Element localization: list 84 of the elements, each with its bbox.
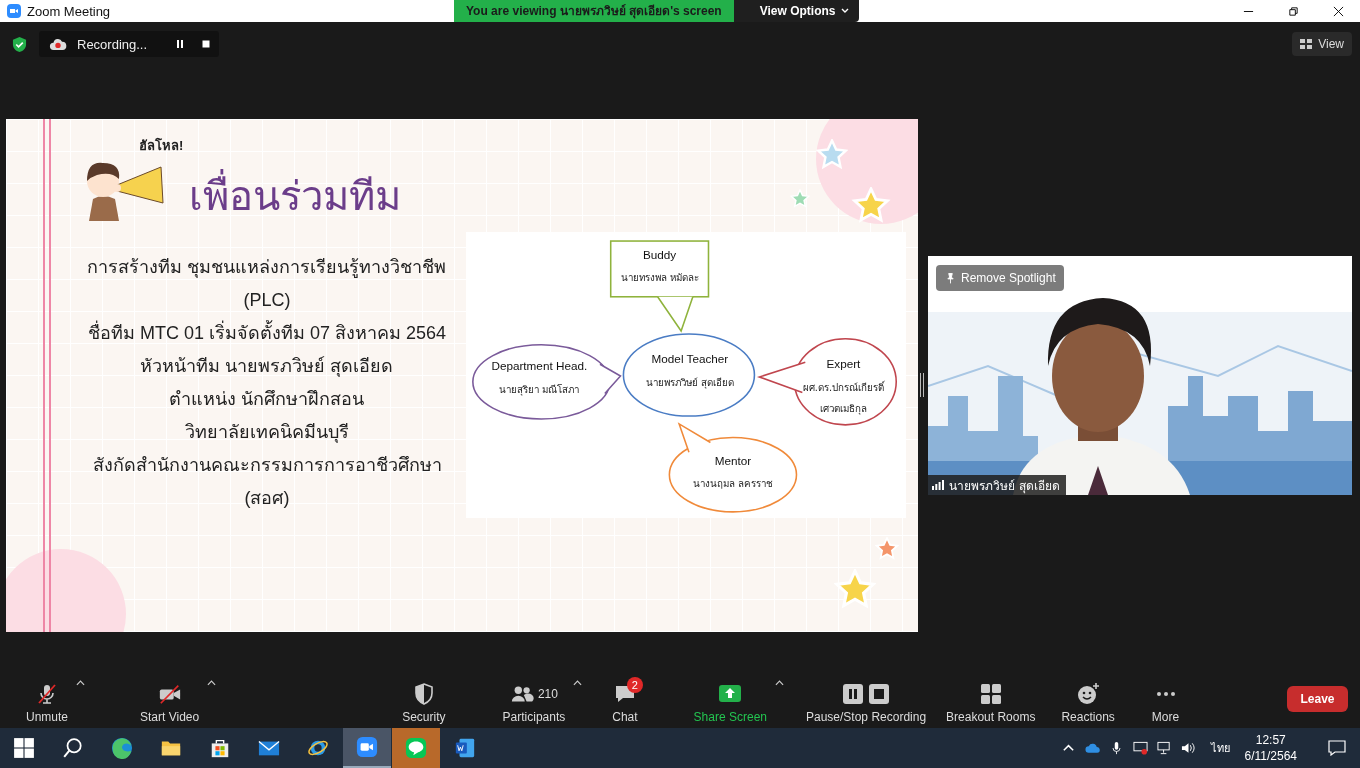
person-name: นายทรงพล หมัดละ [620,272,699,284]
shield-icon[interactable] [12,35,27,53]
caret-icon [840,8,849,14]
smiley-plus-icon [1076,681,1101,706]
unread-badge: 2 [626,676,643,693]
input-language[interactable]: ไทย [1210,739,1230,757]
slide-text-line: สังกัดสำนักงานคณะกรรมการการอาชีวศึกษา [92,454,442,477]
participant-count: 210 [537,686,558,701]
role-label: Model Teacher [651,352,729,366]
person-name: เศวตเมธิกุล [819,403,867,415]
shopping-bag-icon [209,737,231,759]
toolbar-button[interactable]: Share Screen [691,674,769,724]
grid-icon [978,681,1003,706]
clock-time: 12:57 [1255,732,1286,748]
pause-icon[interactable] [175,39,185,49]
slide-text-line: (สอศ) [244,487,290,510]
share-banner: You are viewing นายพรภวิษย์ สุดเอียด's screen [454,0,734,22]
toolbar-button[interactable]: Security [400,674,448,724]
spotlight-label[interactable]: Remove Spotlight [961,271,1056,285]
person-name: ผศ.ดร.ปกรณ์เกียรติ์ [802,381,885,393]
toolbar-button[interactable]: Reactions [1059,674,1117,724]
cloud-icon[interactable] [1084,741,1100,755]
windows-logo-icon [13,737,35,759]
toolbar-button[interactable]: 2 Chat [610,674,640,724]
role-label: Mentor [714,453,752,467]
video-camera-icon [356,736,378,758]
person-name: นางนฤมล ลครราช [692,478,773,490]
toolbar-button[interactable]: Start Video [138,674,202,724]
person-name: นายสุริยา มณีโสภา [499,383,580,395]
maximize-icon[interactable] [1288,5,1299,17]
star-icon [790,189,810,209]
browser-swirl-icon [111,737,133,759]
recording-label: Recording... [77,36,149,52]
role-label: Expert [826,357,861,371]
slide-title: เพื่อนร่วมทีม [189,171,401,221]
pause-stop-icon [842,681,891,706]
pin-icon [946,272,955,284]
spotlight-button[interactable]: Remove Spotlight [936,265,1064,291]
taskbar-app[interactable] [343,728,391,768]
star-icon [875,537,899,561]
chat-bubble-icon [405,737,427,759]
toolbar-button[interactable]: Unmute [24,674,71,724]
toolbar-button[interactable]: 210 Participants [500,674,568,724]
caret-icon[interactable] [775,678,784,687]
cloud-record-icon [49,37,67,51]
role-label: Buddy [643,247,677,261]
role-label: Department Head. [491,359,588,373]
view-options-button[interactable]: View Options [733,0,859,22]
leave-button[interactable]: Leave [1287,686,1348,712]
star-icon [834,569,876,611]
close-icon[interactable] [1333,5,1344,17]
speaker-icon[interactable] [1180,741,1196,755]
participant-name: นายพรภวิษย์ สุดเอียด [949,477,1060,495]
search-icon [62,737,84,759]
slide-text-line: ตำแหน่ง นักศึกษาฝึกสอน [169,388,365,411]
star-icon [851,187,891,225]
person-name: นายพรภวิษย์ สุดเอียด [645,376,734,388]
caret-icon[interactable] [76,678,86,687]
slide-text-line: ชื่อทีม MTC 01 เริ่มจัดตั้งทีม 07 สิงหาคม 2564 [87,317,447,350]
monitor-alert-icon[interactable] [1132,741,1148,755]
grid-icon [1300,39,1313,49]
window-title: Zoom Meeting [27,3,111,19]
exclamation-text: ฮัลโหล! [139,137,184,155]
signal-bars-icon [932,480,944,490]
toolbar-button[interactable]: Breakout Rooms [944,674,1038,724]
zoom-logo-icon [7,4,21,18]
slide-text-line: วิทยาลัยเทคนิคมีนบุรี [185,421,349,445]
slide-text-line: (PLC) [243,289,291,312]
document-icon [454,737,476,759]
clock-date: 6/11/2564 [1244,748,1297,764]
toolbar-button[interactable]: Pause/Stop Recording [804,674,929,724]
resize-handle[interactable] [919,373,925,397]
slide-text-line: หัวหน้าทีม นายพรภวิษย์ สุดเอียด [140,355,394,379]
notification-icon[interactable] [1328,740,1346,756]
stop-icon[interactable] [201,39,211,49]
clock[interactable]: 12:57 6/11/2564 [1244,732,1297,764]
caret-icon[interactable] [207,678,217,687]
star-icon [816,139,848,171]
toolbar-button[interactable]: More [1149,674,1182,724]
caret-icon[interactable] [573,678,583,687]
network-icon[interactable] [1156,741,1172,755]
more-icon [1155,690,1176,697]
view-button[interactable]: View [1292,32,1352,56]
slide-text-line: การสร้างทีม ชุมชนแหล่งการเรียนรู้ทางวิชาชีพ [87,256,447,280]
